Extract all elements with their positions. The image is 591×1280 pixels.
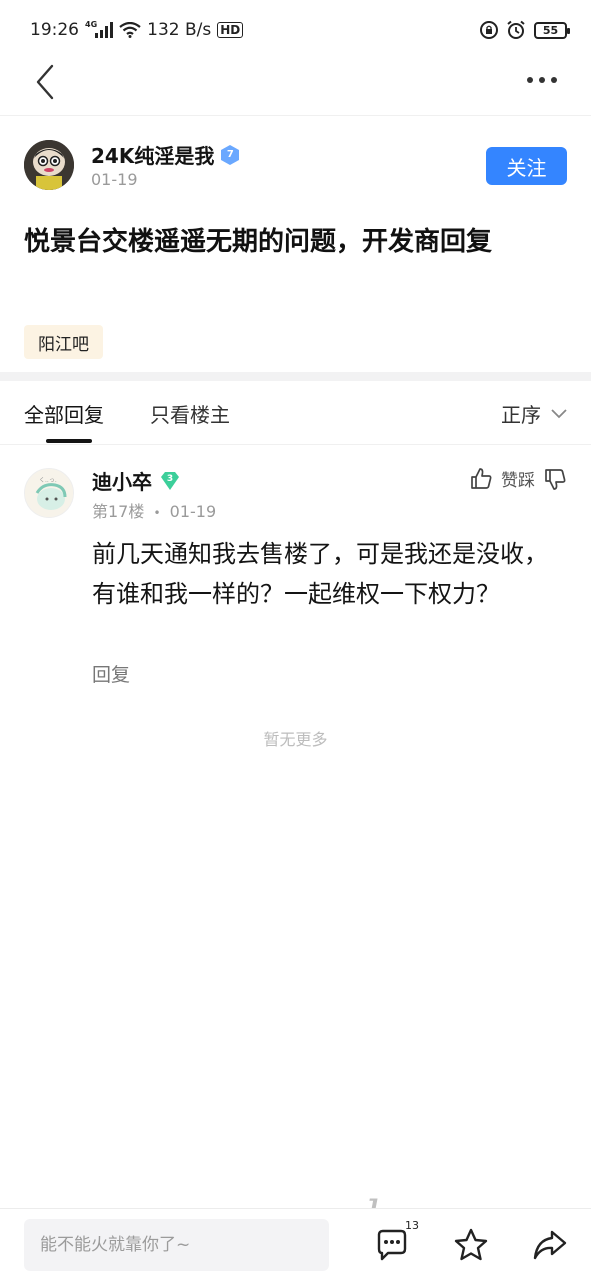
tab-all-replies[interactable]: 全部回复 <box>24 399 104 428</box>
top-nav <box>0 60 591 116</box>
signal-icon <box>95 22 114 38</box>
author-name: 24K纯淫是我 <box>91 144 215 168</box>
comment-input[interactable] <box>24 1219 329 1271</box>
post-date: 01-19 <box>91 170 138 189</box>
follow-button[interactable]: 关注 <box>486 147 567 185</box>
more-dot-icon <box>551 77 557 83</box>
meta-separator: • <box>153 506 161 520</box>
sort-dropdown[interactable]: 正序 <box>501 399 567 428</box>
reply-user-row[interactable]: 迪小卒 3 <box>92 466 180 495</box>
sort-label: 正序 <box>501 403 541 427</box>
reply-floor: 第17楼 <box>92 502 145 521</box>
vote-controls: 赞踩 <box>469 466 567 491</box>
reply-date: 01-19 <box>169 502 217 521</box>
tab-op-only[interactable]: 只看楼主 <box>150 399 230 428</box>
lock-rotation-icon <box>480 21 498 39</box>
level-badge: 7 <box>220 144 240 165</box>
active-tab-indicator <box>46 439 92 443</box>
battery-icon: 55 <box>534 21 570 39</box>
share-icon[interactable] <box>532 1227 568 1263</box>
post-title: 悦景台交楼遥遥无期的问题，开发商回复 <box>24 227 493 257</box>
author-avatar[interactable] <box>24 140 74 190</box>
author-name-row[interactable]: 24K纯淫是我 7 <box>91 140 240 169</box>
reply-button[interactable]: 回复 <box>92 660 130 687</box>
more-dot-icon <box>527 77 533 83</box>
status-time: 19:26 <box>30 20 79 40</box>
alarm-icon <box>507 20 525 39</box>
author-level: 7 <box>226 149 234 160</box>
section-divider <box>0 372 591 381</box>
post-author: 24K纯淫是我 7 01-19 关注 <box>24 138 567 194</box>
hd-icon: HD <box>217 22 244 38</box>
thumbs-down-icon[interactable] <box>543 467 567 491</box>
wifi-icon <box>119 22 141 38</box>
reply-user-name: 迪小卒 <box>92 470 152 494</box>
reply-user-level: 3 <box>166 473 174 484</box>
forum-tag[interactable]: 阳江吧 <box>24 325 103 359</box>
svg-text:く..っ.: く..っ. <box>39 477 57 484</box>
more-dot-icon <box>539 77 545 83</box>
vote-label: 赞踩 <box>501 471 535 491</box>
no-more-text: 暂无更多 <box>263 730 328 749</box>
reply-content: 前几天通知我去售楼了，可是我还是没收，有谁和我一样的？一起维权一下权力？ <box>92 540 548 608</box>
chevron-left-icon <box>36 64 54 100</box>
bottom-bar: 13 <box>0 1208 591 1280</box>
status-bar: 19:26 4G 132 B/s HD 55 <box>0 0 591 60</box>
network-type-label: 4G <box>85 20 98 29</box>
comment-count: 13 <box>405 1219 419 1232</box>
back-button[interactable] <box>32 62 62 102</box>
reply-user-avatar[interactable]: く..っ. <box>24 468 74 518</box>
reply-tabs: 全部回复 只看楼主 正序 <box>0 381 591 445</box>
reply-meta: 第17楼 • 01-19 <box>92 498 216 522</box>
star-icon[interactable] <box>453 1227 489 1263</box>
comment-icon[interactable] <box>374 1227 410 1263</box>
more-button[interactable] <box>527 72 563 88</box>
level-badge: 3 <box>160 471 180 491</box>
thumbs-up-icon[interactable] <box>469 467 493 491</box>
chevron-down-icon <box>551 408 567 418</box>
network-speed: 132 B/s <box>147 20 212 40</box>
